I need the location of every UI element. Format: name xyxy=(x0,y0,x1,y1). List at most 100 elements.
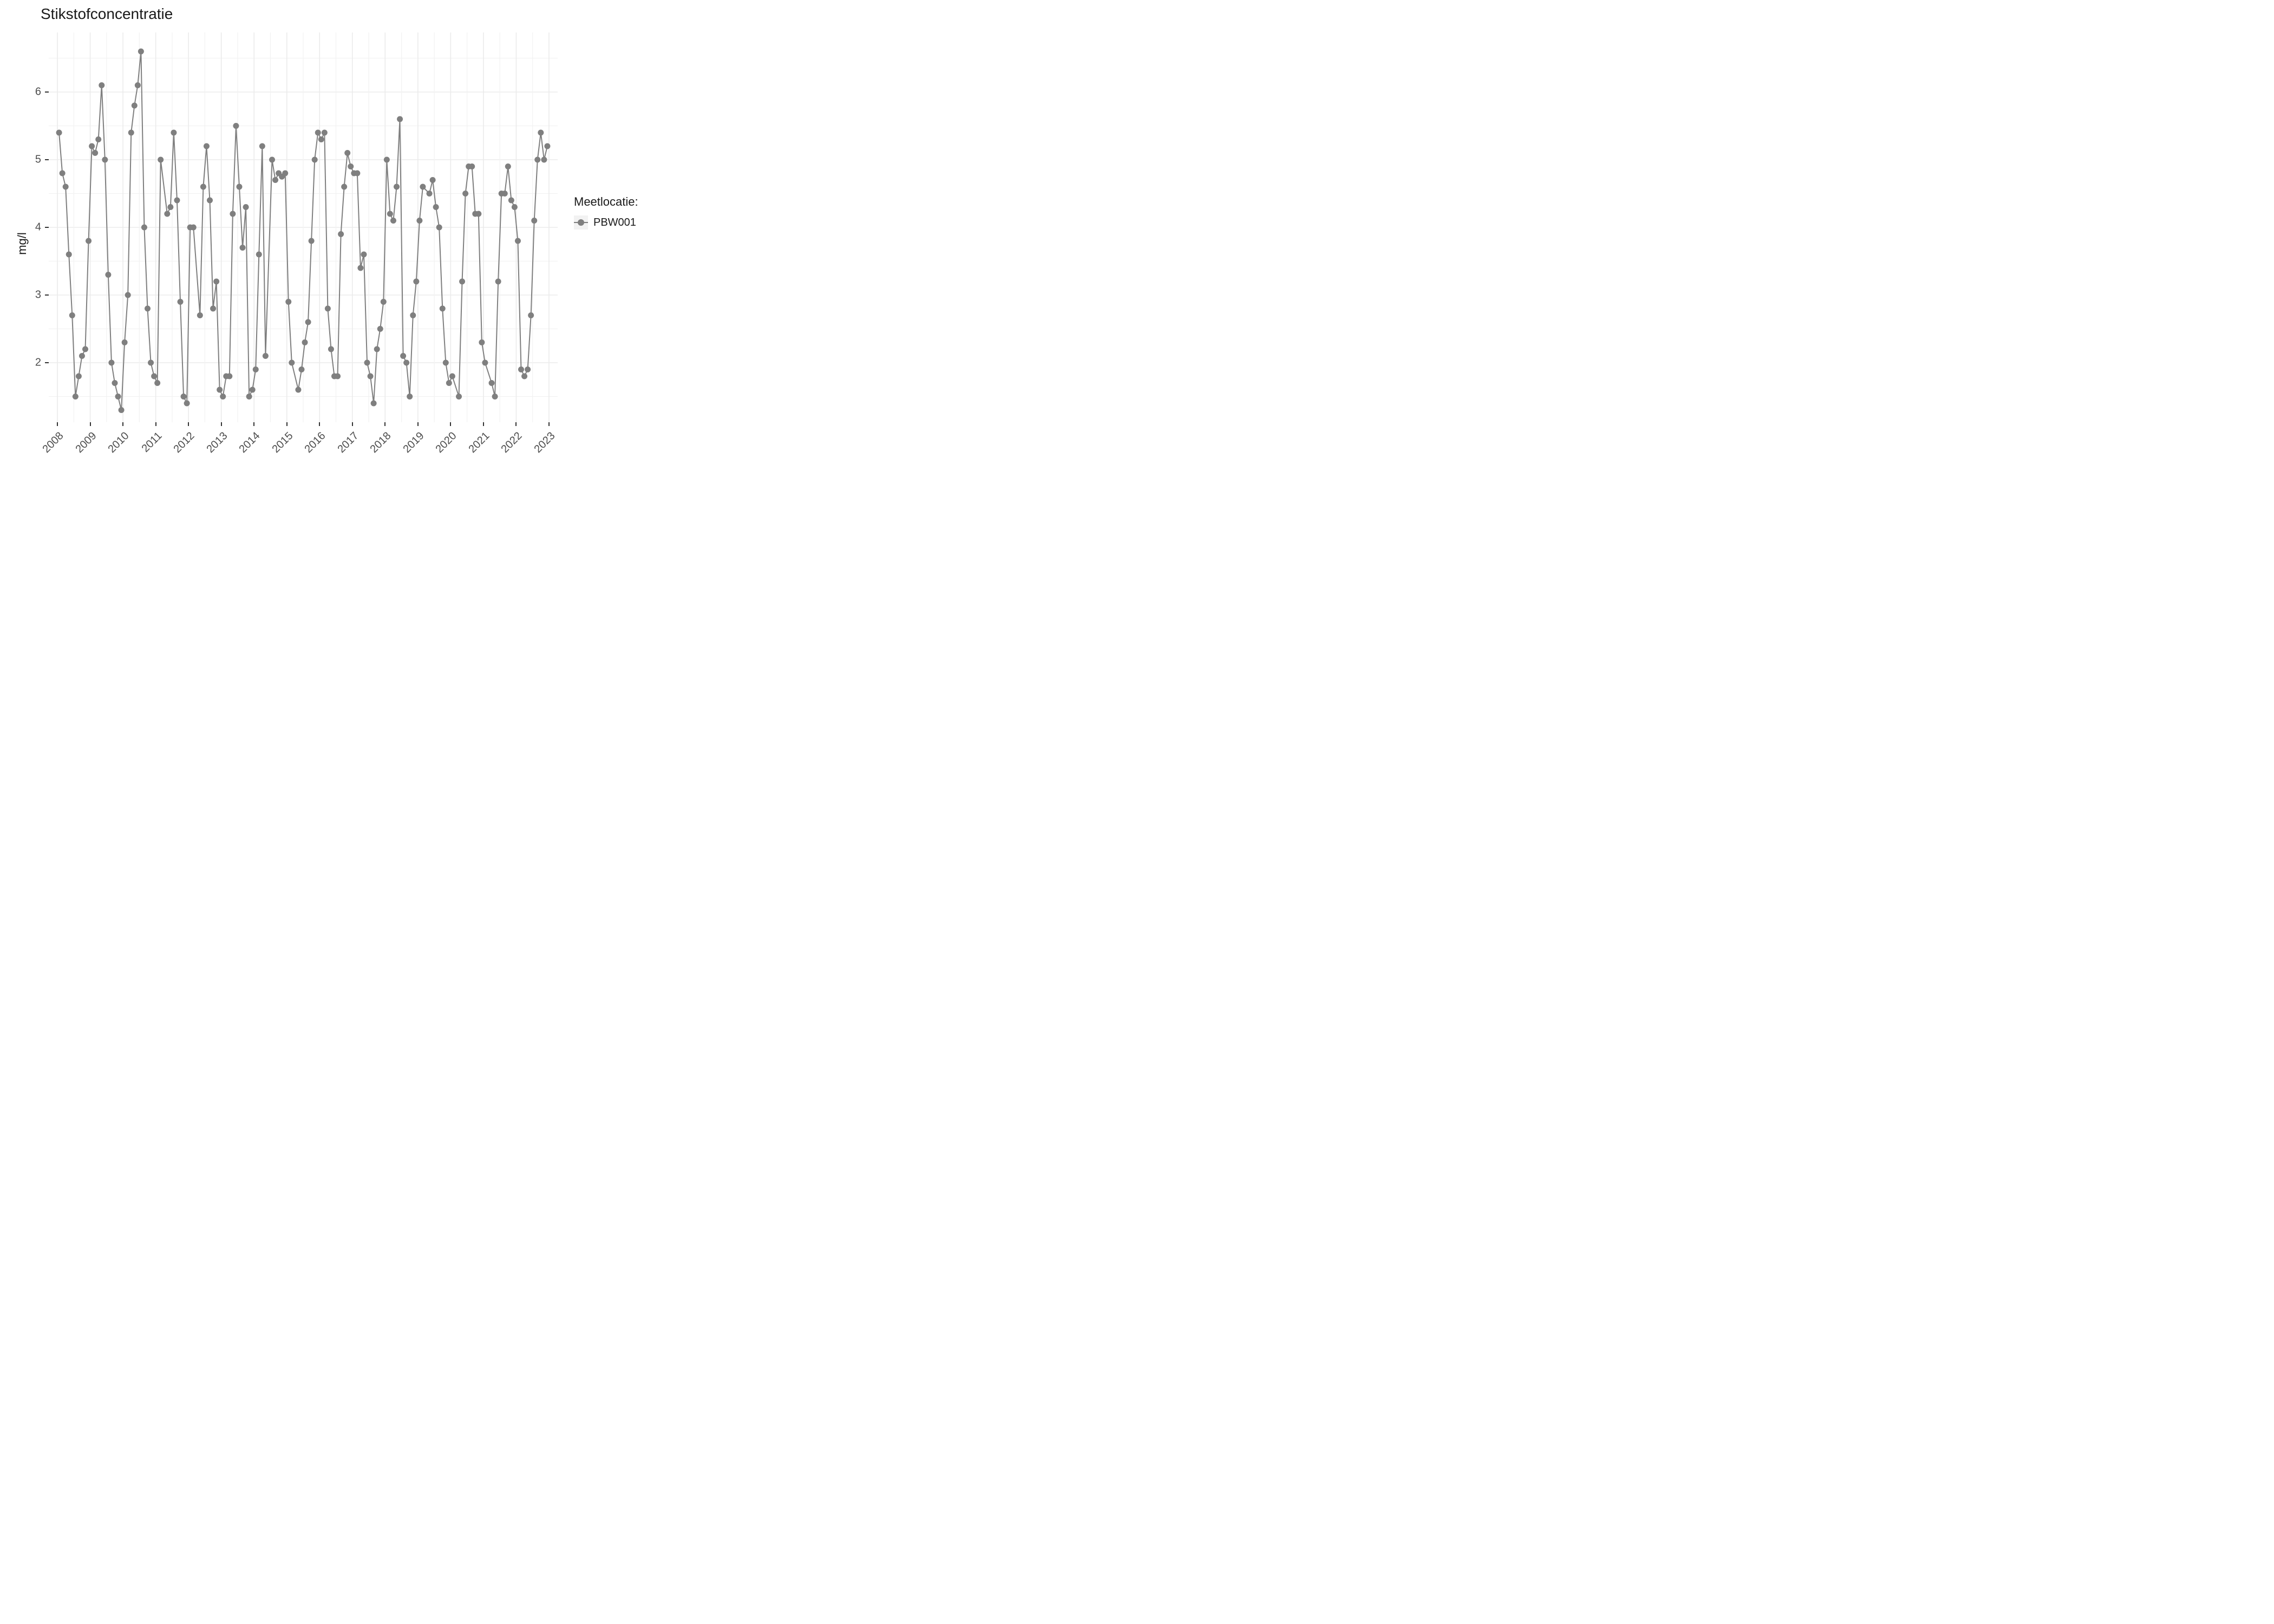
data-point xyxy=(92,150,98,156)
data-point xyxy=(364,360,370,366)
data-point xyxy=(430,177,436,183)
x-tick-label: 2013 xyxy=(204,430,230,456)
data-point xyxy=(217,387,223,393)
data-point xyxy=(135,82,141,88)
x-tick-label: 2023 xyxy=(532,430,558,456)
x-tick-label: 2010 xyxy=(106,430,132,456)
x-tick-label: 2016 xyxy=(303,430,329,456)
x-tick-mark xyxy=(90,422,91,426)
y-tick-label: 5 xyxy=(19,154,41,166)
x-tick-mark xyxy=(450,422,451,426)
data-point xyxy=(66,252,72,258)
chart-title: Stikstofconcentratie xyxy=(41,5,173,23)
data-point xyxy=(243,204,249,210)
data-point xyxy=(253,366,259,372)
data-point xyxy=(63,184,69,190)
data-point xyxy=(416,218,422,224)
data-point xyxy=(181,394,187,400)
data-point xyxy=(295,387,301,393)
data-point xyxy=(377,326,383,332)
data-point xyxy=(469,163,475,169)
x-tick-mark xyxy=(352,422,353,426)
data-point xyxy=(119,407,125,413)
legend-swatch xyxy=(574,215,588,230)
data-point xyxy=(125,292,131,298)
data-point xyxy=(462,191,468,197)
data-point xyxy=(492,394,498,400)
data-point xyxy=(440,306,446,312)
data-point xyxy=(544,143,550,149)
data-point xyxy=(269,157,275,163)
data-point xyxy=(200,184,206,190)
data-point xyxy=(374,346,380,352)
data-point xyxy=(427,191,433,197)
x-tick-label: 2014 xyxy=(237,430,263,456)
data-point xyxy=(246,394,252,400)
data-point xyxy=(508,198,514,204)
data-point xyxy=(259,143,265,149)
data-point xyxy=(108,360,114,366)
data-point xyxy=(79,353,85,359)
data-point xyxy=(531,218,537,224)
data-point xyxy=(525,366,531,372)
x-tick-label: 2022 xyxy=(499,430,525,456)
data-point xyxy=(174,198,180,204)
data-point xyxy=(387,211,393,217)
data-point xyxy=(325,306,331,312)
data-point xyxy=(390,218,396,224)
x-tick-mark xyxy=(122,422,123,426)
data-point xyxy=(368,374,374,379)
data-point xyxy=(282,171,288,176)
y-tick-mark xyxy=(45,362,49,363)
data-point xyxy=(69,312,75,318)
x-tick-mark xyxy=(57,422,58,426)
data-point xyxy=(357,265,363,271)
data-point xyxy=(521,374,527,379)
data-point xyxy=(348,163,354,169)
data-point xyxy=(73,394,79,400)
data-point xyxy=(191,225,197,231)
data-point xyxy=(489,380,495,386)
data-point xyxy=(250,387,256,393)
data-point xyxy=(515,238,521,244)
data-point xyxy=(233,123,239,129)
data-point xyxy=(210,306,216,312)
x-tick-mark xyxy=(155,422,156,426)
x-tick-mark xyxy=(548,422,550,426)
data-point xyxy=(151,374,157,379)
legend-item: PBW001 xyxy=(574,215,638,230)
data-point xyxy=(95,136,101,142)
data-point xyxy=(213,279,219,285)
x-tick-label: 2019 xyxy=(401,430,427,456)
data-point xyxy=(197,312,203,318)
data-point xyxy=(328,346,334,352)
data-point xyxy=(226,374,232,379)
data-point xyxy=(82,346,88,352)
x-tick-label: 2017 xyxy=(335,430,361,456)
x-tick-label: 2021 xyxy=(466,430,492,456)
data-point xyxy=(112,380,117,386)
x-tick-label: 2015 xyxy=(270,430,296,456)
data-point xyxy=(141,225,147,231)
data-point xyxy=(394,184,400,190)
data-point xyxy=(89,143,95,149)
data-point xyxy=(105,272,111,278)
x-tick-mark xyxy=(221,422,222,426)
data-point xyxy=(207,198,213,204)
x-tick-label: 2018 xyxy=(368,430,394,456)
data-point xyxy=(456,394,462,400)
data-point xyxy=(397,116,403,122)
data-point xyxy=(512,204,518,210)
data-point xyxy=(341,184,347,190)
data-point xyxy=(122,339,128,345)
data-point xyxy=(344,150,350,156)
legend-series-label: PBW001 xyxy=(593,217,636,229)
legend-dot-icon xyxy=(578,219,584,226)
data-point xyxy=(433,204,439,210)
data-point xyxy=(154,380,160,386)
data-point xyxy=(220,394,226,400)
x-tick-mark xyxy=(286,422,287,426)
y-tick-label: 2 xyxy=(19,357,41,369)
data-point xyxy=(178,299,184,305)
x-tick-mark xyxy=(483,422,484,426)
